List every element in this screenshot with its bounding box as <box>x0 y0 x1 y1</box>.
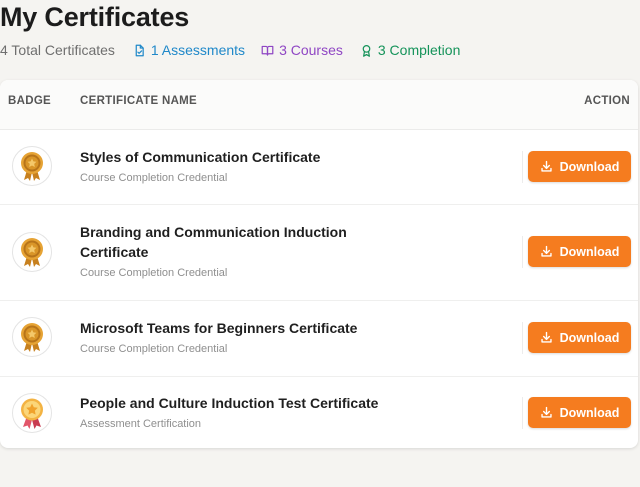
table-row: People and Culture Induction Test Certif… <box>0 377 638 448</box>
download-icon <box>540 160 552 172</box>
table-row: Styles of Communication Certificate Cour… <box>0 130 638 205</box>
download-button-label: Download <box>559 405 620 420</box>
download-button[interactable]: Download <box>528 397 631 428</box>
download-button-label: Download <box>559 244 620 259</box>
stats-bar: 4 Total Certificates 1 Assessments 3 Cou… <box>0 42 460 58</box>
download-icon <box>540 406 552 418</box>
certificate-type: Assessment Certification <box>80 418 202 430</box>
open-book-icon <box>261 45 274 56</box>
row-divider <box>522 236 523 268</box>
stat-assessments-label: 1 Assessments <box>150 42 246 58</box>
row-divider <box>522 397 523 429</box>
row-divider <box>522 151 523 183</box>
certificate-type: Course Completion Credential <box>80 343 228 355</box>
download-icon <box>540 245 552 257</box>
stat-courses-label: 3 Courses <box>279 42 343 58</box>
certificate-name: Microsoft Teams for Beginners Certificat… <box>80 320 358 336</box>
certificate-type: Course Completion Credential <box>80 267 228 279</box>
stat-total: 4 Total Certificates <box>0 42 115 58</box>
award-icon <box>362 44 371 57</box>
stat-assessments: 1 Assessments <box>133 42 245 58</box>
page-title: My Certificates <box>0 2 190 32</box>
column-header-action: ACTION <box>584 95 630 107</box>
row-divider <box>522 322 523 354</box>
table-header: BADGE CERTIFICATE NAME ACTION <box>0 80 638 130</box>
star-ribbon-icon <box>12 393 52 433</box>
certificate-name: Styles of Communication Certificate <box>80 149 321 165</box>
stat-completion: 3 Completion <box>360 42 461 58</box>
download-icon <box>540 331 552 343</box>
download-button-label: Download <box>559 159 620 174</box>
stat-courses: 3 Courses <box>261 42 343 58</box>
gold-medal-icon <box>12 146 52 186</box>
document-check-icon <box>135 44 144 56</box>
download-button[interactable]: Download <box>528 322 631 353</box>
download-button[interactable]: Download <box>528 151 631 182</box>
download-button[interactable]: Download <box>528 236 631 267</box>
gold-medal-icon <box>12 317 52 357</box>
table-row: Branding and Communication Induction Cer… <box>0 205 638 301</box>
table-row: Microsoft Teams for Beginners Certificat… <box>0 301 638 377</box>
stat-completion-label: 3 Completion <box>377 42 461 58</box>
gold-medal-icon <box>12 232 52 272</box>
certificate-type: Course Completion Credential <box>80 172 228 184</box>
certificate-name: Branding and Communication Induction Cer… <box>80 224 347 260</box>
column-header-badge: BADGE <box>8 95 52 107</box>
certificate-name: People and Culture Induction Test Certif… <box>80 395 379 411</box>
download-button-label: Download <box>559 330 620 345</box>
column-header-name: CERTIFICATE NAME <box>80 95 198 107</box>
certificates-page: My Certificates 4 Total Certificates 1 A… <box>0 0 640 487</box>
certificates-table: BADGE CERTIFICATE NAME ACTION Styles of … <box>0 80 638 448</box>
